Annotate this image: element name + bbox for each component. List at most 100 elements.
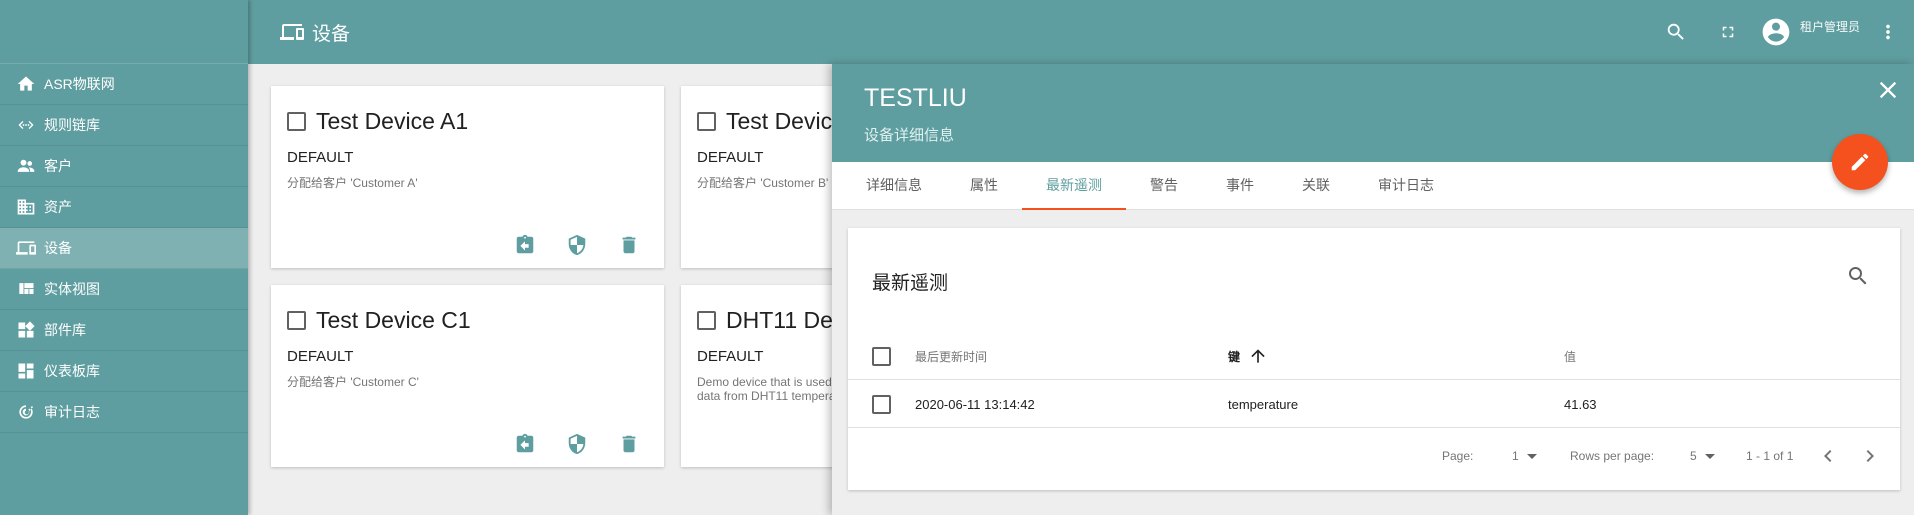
credentials-button[interactable]: [566, 234, 588, 256]
home-icon: [14, 72, 38, 96]
close-button[interactable]: [1874, 76, 1902, 104]
table-row[interactable]: 2020-06-11 13:14:42 temperature 41.63: [848, 380, 1900, 428]
sidebar-item-label: 客户: [44, 158, 72, 174]
page-title-text: 设备: [312, 23, 351, 45]
cell-last-update: 2020-06-11 13:14:42: [915, 396, 1035, 412]
account-circle-icon: [1762, 18, 1790, 46]
credentials-button[interactable]: [566, 433, 588, 455]
tab-relations[interactable]: 关联: [1278, 162, 1354, 210]
search-icon: [1849, 267, 1867, 285]
sidebar-logo-area: [0, 0, 248, 64]
sidebar-item-home[interactable]: ASR物联网: [0, 64, 248, 105]
column-key[interactable]: 键: [1228, 332, 1268, 380]
page-label: Page:: [1442, 449, 1474, 463]
panel-header: TESTLIU 设备详细信息: [832, 64, 1914, 162]
view-quilt-icon: [14, 277, 38, 301]
page-select[interactable]: 1: [1512, 428, 1537, 484]
select-all-checkbox[interactable]: [872, 346, 891, 366]
select-checkbox[interactable]: [287, 311, 306, 330]
tab-details[interactable]: 详细信息: [842, 162, 946, 210]
code-arrows-icon: [14, 113, 38, 137]
unassign-button[interactable]: [514, 433, 536, 455]
table-search-button[interactable]: [1846, 264, 1872, 290]
select-checkbox[interactable]: [287, 112, 306, 131]
sidebar-item-label: 设备: [44, 240, 72, 256]
building-icon: [14, 195, 38, 219]
sidebar-item-label: 实体视图: [44, 281, 100, 297]
column-value[interactable]: 值: [1564, 332, 1576, 380]
tab-alarms[interactable]: 警告: [1126, 162, 1202, 210]
rows-per-page-select[interactable]: 5: [1690, 428, 1715, 484]
tab-latest-telemetry[interactable]: 最新遥测: [1022, 162, 1126, 210]
previous-page-button[interactable]: [1816, 444, 1840, 468]
edit-button[interactable]: [1832, 134, 1888, 190]
unassign-button[interactable]: [514, 234, 536, 256]
top-actions: 租户管理员: [1656, 0, 1914, 64]
column-key-label: 键: [1228, 349, 1241, 364]
security-icon: [568, 234, 586, 256]
rows-per-page-value: 5: [1690, 449, 1697, 463]
select-checkbox[interactable]: [697, 112, 716, 131]
sidebar-item-entity-views[interactable]: 实体视图: [0, 269, 248, 310]
sidebar-item-label: 审计日志: [44, 404, 100, 420]
assignment-return-icon: [516, 234, 534, 254]
chevron-left-icon: [1824, 450, 1832, 462]
page-title: 设备: [280, 19, 350, 46]
sidebar-item-label: 资产: [44, 199, 72, 215]
edit-icon: [1851, 153, 1869, 171]
devices-icon: [14, 236, 38, 260]
sidebar-item-assets[interactable]: 资产: [0, 187, 248, 228]
dropdown-arrow-icon: [1526, 453, 1537, 459]
search-button[interactable]: [1656, 12, 1696, 52]
next-page-button[interactable]: [1858, 444, 1882, 468]
delete-button[interactable]: [618, 234, 640, 256]
fullscreen-button[interactable]: [1708, 12, 1748, 52]
sidebar-item-audit-logs[interactable]: 审计日志: [0, 392, 248, 433]
rows-per-page-label: Rows per page:: [1570, 449, 1655, 463]
sidebar-item-rule-chains[interactable]: 规则链库: [0, 105, 248, 146]
tab-audit-logs[interactable]: 审计日志: [1354, 162, 1458, 210]
sidebar-item-customers[interactable]: 客户: [0, 146, 248, 187]
security-icon: [568, 433, 586, 455]
device-description: 分配给客户 'Customer A': [287, 176, 418, 190]
tab-events[interactable]: 事件: [1202, 162, 1278, 210]
device-name: Test Device A1: [316, 108, 469, 134]
cell-value: 41.63: [1564, 396, 1597, 412]
table-header-row: 最后更新时间 键 值: [848, 332, 1900, 380]
paginator: Page: 1 Rows per page: 5 1 - 1 of 1: [848, 428, 1900, 484]
sidebar-item-label: 仪表板库: [44, 363, 100, 379]
chevron-right-icon: [1866, 450, 1874, 462]
track-changes-icon: [14, 400, 38, 424]
people-icon: [14, 154, 38, 178]
column-last-update[interactable]: 最后更新时间: [915, 332, 987, 380]
telemetry-title: 最新遥测: [872, 273, 949, 294]
entity-name: TESTLIU: [864, 84, 967, 112]
sidebar-item-dashboards[interactable]: 仪表板库: [0, 351, 248, 392]
arrow-upward-icon: [1248, 346, 1268, 366]
detail-tabs: 详细信息 属性 最新遥测 警告 事件 关联 审计日志: [832, 162, 1914, 210]
sidebar-item-label: 部件库: [44, 322, 86, 338]
delete-button[interactable]: [618, 433, 640, 455]
assignment-return-icon: [516, 433, 534, 453]
device-type: DEFAULT: [287, 348, 354, 365]
select-checkbox[interactable]: [697, 311, 716, 330]
close-icon: [1879, 81, 1897, 99]
row-checkbox[interactable]: [872, 394, 891, 414]
tab-attributes[interactable]: 属性: [946, 162, 1022, 210]
cell-key: temperature: [1228, 396, 1299, 412]
device-card[interactable]: Test Device A1 DEFAULT 分配给客户 'Customer A…: [271, 86, 664, 268]
widgets-icon: [14, 318, 38, 342]
telemetry-table-card: 最新遥测 最后更新时间 键 值 2020-06-11 13:14:42 temp…: [848, 228, 1900, 490]
devices-icon: [280, 24, 304, 40]
device-card[interactable]: Test Device C1 DEFAULT 分配给客户 'Customer C…: [271, 285, 664, 467]
dropdown-arrow-icon: [1704, 453, 1715, 459]
device-name: Test Device C1: [316, 307, 471, 333]
sidebar-item-widgets[interactable]: 部件库: [0, 310, 248, 351]
sidebar-item-devices[interactable]: 设备: [0, 228, 248, 269]
delete-icon: [622, 236, 636, 254]
sidebar: ASR物联网 规则链库 客户 资产 设备 实体视图 部件库 仪表板库 审计日志: [0, 0, 248, 515]
delete-icon: [622, 435, 636, 453]
user-menu[interactable]: 租户管理员: [1760, 16, 1860, 48]
more-menu-button[interactable]: [1868, 12, 1908, 52]
sidebar-item-label: 规则链库: [44, 117, 100, 133]
